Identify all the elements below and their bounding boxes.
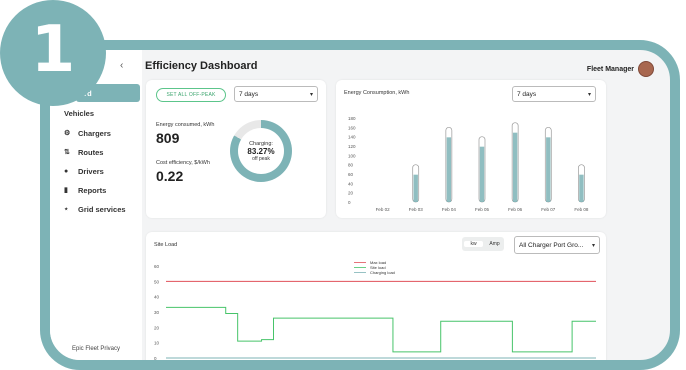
sidebar-item-reports[interactable]: ▮ Reports — [64, 181, 142, 199]
energy-bar-chart: 0 20 40 60 80 100 120 140 160 180 Feb 02 Feb 03 Feb … — [348, 116, 589, 212]
summary-range-select[interactable]: 7 days ▾ — [234, 86, 318, 102]
bar — [446, 137, 452, 202]
collapse-sidebar-icon[interactable]: ‹ — [120, 60, 123, 71]
y-tick-label: 0 — [348, 200, 351, 205]
charging-value: 83.27% — [247, 146, 275, 156]
series-line-1 — [166, 306, 596, 353]
bar — [546, 137, 551, 202]
x-tick-label: Feb 04 — [442, 207, 457, 212]
sidebar-item-vehicles[interactable]: Vehicles — [64, 104, 142, 122]
sidebar-item-label: Routes — [78, 147, 104, 157]
site-load-card: Site Load kw Amp All Charger Port Gro...… — [146, 232, 606, 361]
avatar[interactable] — [638, 61, 654, 77]
sidebar-item-label: Grid services — [78, 204, 126, 214]
routes-icon: ⇅ — [64, 149, 70, 156]
step-number-badge: 1 — [0, 0, 106, 106]
energy-consumed-value: 809 — [156, 130, 180, 146]
y-tick-label: 50 — [154, 279, 160, 284]
sidebar-item-label: Chargers — [78, 128, 111, 138]
energy-consumed-label: Energy consumed, kWh — [156, 122, 215, 128]
step-number: 1 — [30, 13, 76, 87]
donut-center: Charging: 83.27% off peak — [238, 128, 284, 174]
y-tick-label: 60 — [348, 172, 354, 177]
summary-card: SET ALL OFF-PEAK 7 days ▾ Energy consume… — [146, 80, 326, 218]
bar — [579, 174, 584, 202]
y-tick-label: 100 — [348, 153, 356, 158]
summary-range-value: 7 days — [239, 90, 259, 98]
sidebar-item-chargers[interactable]: ⚙ Chargers — [64, 124, 142, 142]
y-tick-label: 20 — [154, 325, 160, 330]
x-tick-label: Feb 06 — [508, 207, 523, 212]
set-all-off-peak-button[interactable]: SET ALL OFF-PEAK — [156, 88, 226, 102]
y-tick-label: 140 — [348, 135, 356, 140]
chevron-down-icon: ▾ — [309, 91, 313, 98]
legend-label: Charging load — [370, 270, 395, 275]
charging-sub: off peak — [252, 155, 270, 162]
reports-icon: ▮ — [64, 187, 68, 194]
app-window: ‹ ard Vehicles ⚙ Chargers ⇅ Routes ● Dri… — [40, 40, 680, 370]
sidebar-item-label: Drivers — [78, 166, 104, 176]
y-tick-label: 40 — [154, 295, 160, 300]
user-name: Fleet Manager — [586, 65, 634, 73]
x-tick-label: Feb 05 — [475, 207, 490, 212]
sidebar-item-drivers[interactable]: ● Drivers — [64, 162, 142, 180]
x-tick-label: Feb 03 — [409, 207, 424, 212]
y-tick-label: 60 — [154, 264, 160, 269]
bar — [479, 146, 485, 202]
cost-efficiency-value: 0.22 — [156, 168, 184, 184]
y-tick-label: 30 — [154, 310, 160, 315]
charger-icon: ⚙ — [64, 130, 71, 137]
bar — [413, 174, 418, 202]
x-tick-label: Feb 07 — [541, 207, 556, 212]
charging-donut: Charging: 83.27% off peak — [230, 120, 292, 182]
y-tick-label: 20 — [348, 191, 354, 196]
x-tick-label: Feb 02 — [376, 207, 391, 212]
page-title: Efficiency Dashboard — [145, 60, 258, 72]
y-tick-label: 120 — [348, 144, 356, 149]
privacy-link[interactable]: Epic Fleet Privacy — [72, 346, 120, 352]
site-load-line-chart: 0102030405060Max loadSite loadCharging l… — [154, 260, 596, 361]
y-tick-label: 160 — [348, 125, 356, 130]
y-tick-label: 40 — [348, 181, 354, 186]
grid-icon: ⋆ — [64, 206, 69, 213]
cost-efficiency-label: Cost efficiency, $/kWh — [156, 160, 210, 166]
sidebar-item-grid-services[interactable]: ⋆ Grid services — [64, 200, 142, 218]
user-menu[interactable]: Fleet Manager — [587, 61, 654, 77]
y-tick-label: 80 — [348, 163, 354, 168]
bar — [512, 132, 518, 202]
y-tick-label: 10 — [154, 341, 160, 346]
x-tick-label: Feb 08 — [574, 207, 589, 212]
energy-consumption-card: Energy Consumption, kWh 7 days ▾ 0 20 40 60… — [336, 80, 606, 218]
sidebar-item-label: Vehicles — [64, 108, 95, 118]
sidebar-item-routes[interactable]: ⇅ Routes — [64, 143, 142, 161]
sidebar-item-label: Reports — [78, 185, 107, 195]
y-tick-label: 0 — [154, 356, 157, 361]
drivers-icon: ● — [64, 167, 69, 175]
y-tick-label: 180 — [348, 116, 356, 121]
